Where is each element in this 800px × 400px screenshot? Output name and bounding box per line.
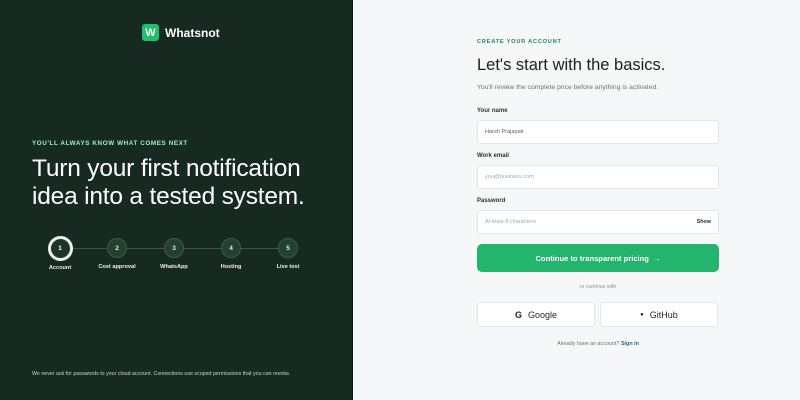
step-number-circle: 1	[47, 236, 73, 261]
step-cost-approval: 2 Cost approval	[89, 236, 145, 270]
step-label: Cost approval	[98, 264, 136, 270]
signin-link[interactable]: Sign in	[621, 341, 639, 347]
step-number-circle: 2	[107, 238, 127, 258]
show-password-button[interactable]: Show	[697, 219, 711, 225]
step-number-circle: 4	[221, 238, 241, 258]
brand-name: Whatsnot	[165, 25, 220, 40]
arrow-right-icon: →	[652, 253, 661, 263]
step-label: Hosting	[220, 264, 242, 270]
google-label: Google	[527, 309, 558, 320]
form-title: Let's start with the basics.	[477, 56, 666, 74]
hero-headline: Turn your first notification idea into a…	[32, 155, 305, 210]
step-label: Live test	[276, 264, 300, 270]
name-field-box	[477, 120, 719, 144]
step-hosting: 4 Hosting	[203, 236, 259, 270]
hero-panel: W Whatsnot YOU'LL ALWAYS KNOW WHAT COMES…	[0, 0, 353, 400]
github-label: GitHub	[649, 309, 678, 320]
hero-eyebrow: YOU'LL ALWAYS KNOW WHAT COMES NEXT	[32, 140, 188, 147]
name-label: Your name	[477, 108, 508, 114]
google-signin-button[interactable]: G Google	[477, 302, 595, 327]
divider-text: or continue with	[579, 284, 617, 290]
email-field-box	[477, 165, 719, 189]
step-label: Account	[48, 265, 72, 271]
security-footnote: We never ask for passwords to your cloud…	[32, 371, 291, 377]
continue-to-pricing-button[interactable]: Continue to transparent pricing →	[477, 244, 719, 272]
password-field-box: Show	[477, 210, 719, 234]
form-subtitle: You'll review the complete price before …	[477, 84, 659, 91]
password-input[interactable]	[485, 219, 697, 225]
step-account: 1 Account	[32, 236, 88, 271]
name-input[interactable]	[485, 129, 711, 135]
step-number-circle: 3	[164, 238, 184, 258]
step-number-circle: 5	[278, 238, 298, 258]
brand[interactable]: W Whatsnot	[142, 24, 220, 41]
signin-prompt-line: Already have an account? Sign in	[477, 341, 719, 347]
signup-panel: CREATE YOUR ACCOUNT Let's start with the…	[353, 0, 800, 400]
whatsnot-logo-icon: W	[142, 24, 159, 41]
github-signin-button[interactable]: ● GitHub	[600, 302, 718, 327]
google-icon: G	[514, 309, 522, 320]
step-live-test: 5 Live test	[260, 236, 316, 270]
github-icon: ●	[640, 311, 644, 318]
signin-prompt: Already have an account?	[557, 341, 620, 347]
step-whatsapp: 3 WhatsApp	[146, 236, 202, 270]
email-label: Work email	[477, 153, 509, 159]
email-input[interactable]	[485, 174, 711, 180]
onboarding-steps: 1 Account 2 Cost approval 3 WhatsApp 4 H…	[32, 236, 317, 276]
step-label: WhatsApp	[160, 264, 188, 270]
cta-label: Continue to transparent pricing	[535, 253, 649, 263]
password-label: Password	[477, 198, 506, 204]
form-eyebrow: CREATE YOUR ACCOUNT	[477, 39, 562, 45]
